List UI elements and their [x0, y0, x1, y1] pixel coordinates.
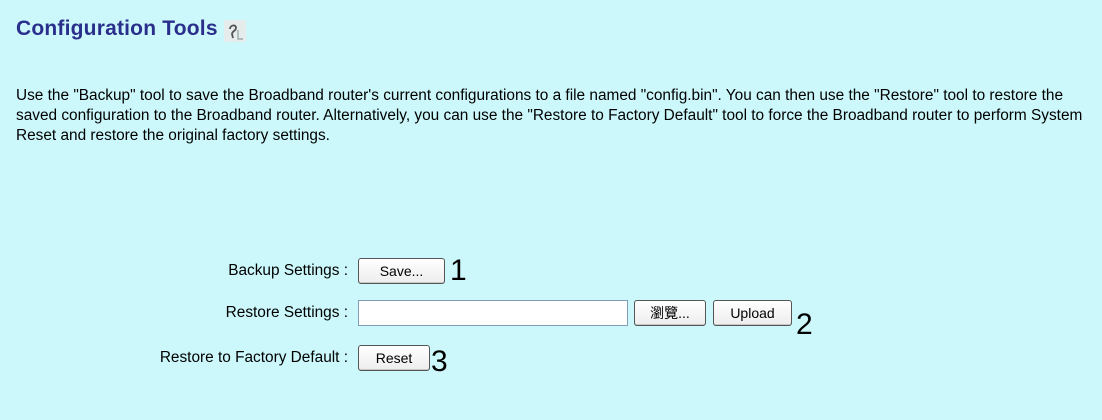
- backup-settings-row: Backup Settings : Save... 1: [0, 254, 467, 287]
- upload-button[interactable]: Upload: [713, 300, 792, 326]
- marker-1: 1: [450, 254, 467, 287]
- title-row: Configuration Tools: [16, 14, 246, 44]
- factory-default-label: Restore to Factory Default :: [159, 349, 348, 366]
- page-title: Configuration Tools: [16, 17, 218, 40]
- save-button[interactable]: Save...: [358, 258, 445, 284]
- restore-settings-row: Restore Settings : 瀏覽... Upload 2: [0, 298, 813, 340]
- page-description: Use the "Backup" tool to save the Broadb…: [16, 87, 1083, 144]
- restore-settings-label: Restore Settings :: [225, 304, 348, 321]
- backup-settings-label: Backup Settings :: [228, 262, 348, 279]
- help-icon[interactable]: [223, 20, 246, 42]
- marker-2: 2: [796, 308, 813, 341]
- restore-file-input[interactable]: [358, 300, 628, 326]
- marker-3: 3: [431, 345, 448, 378]
- reset-button[interactable]: Reset: [358, 345, 430, 371]
- browse-button[interactable]: 瀏覽...: [634, 300, 706, 326]
- configuration-panel: Configuration Tools Use the "Backup" too…: [0, 0, 1102, 420]
- factory-default-row: Restore to Factory Default : Reset 3: [0, 343, 448, 377]
